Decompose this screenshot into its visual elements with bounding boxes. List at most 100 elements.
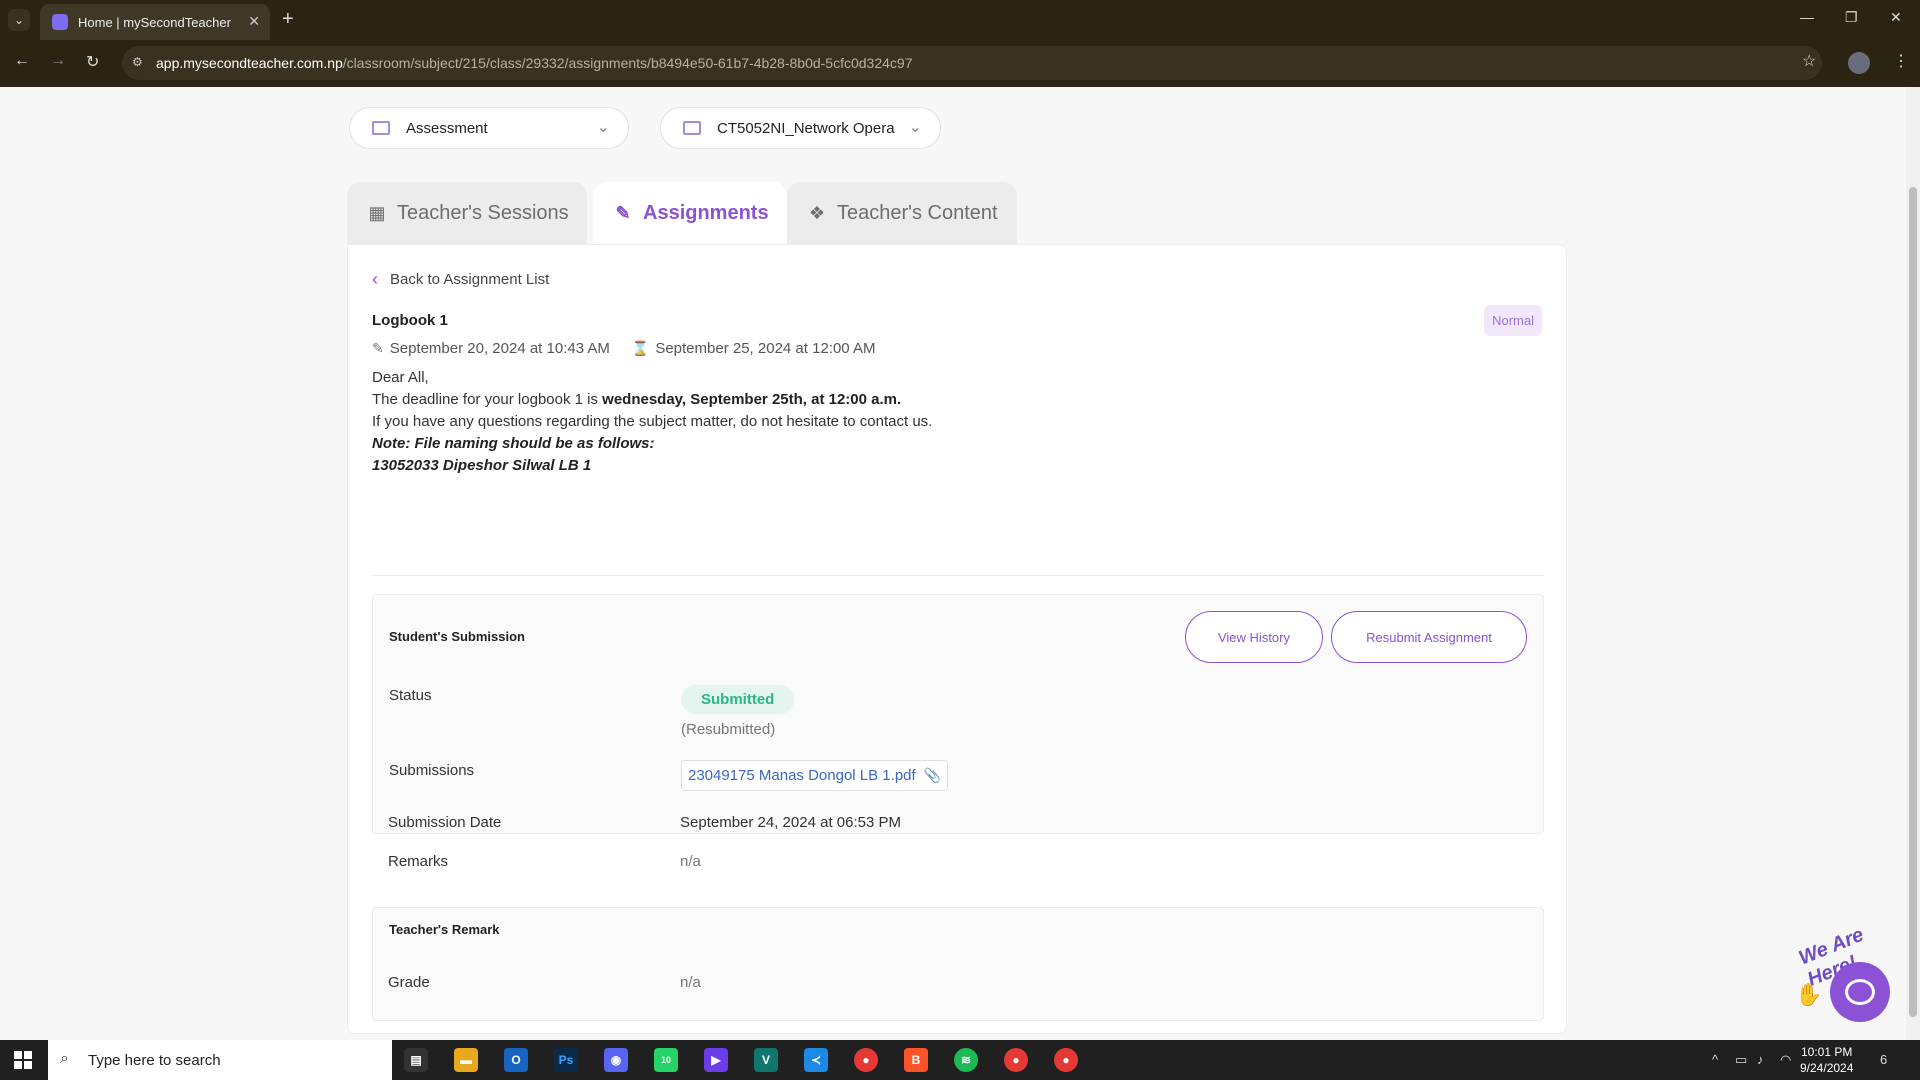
assignment-card: ‹ Back to Assignment List Normal Logbook… xyxy=(347,244,1567,1034)
search-placeholder: Type here to search xyxy=(88,1051,221,1069)
type-select[interactable]: Assessment ⌄ xyxy=(349,107,629,149)
page-scrollbar[interactable] xyxy=(1906,87,1920,1040)
tab-label: Teacher's Content xyxy=(837,202,998,224)
discord-icon[interactable]: ◉ xyxy=(604,1048,628,1072)
windows-taskbar: ⌕ Type here to search ▤ ▬ O Ps ◉ 10 ▶ V … xyxy=(0,1040,1920,1080)
submission-date-label: Submission Date xyxy=(388,814,502,831)
forward-icon[interactable]: → xyxy=(50,52,66,70)
profile-avatar[interactable] xyxy=(1848,52,1870,74)
status-note: (Resubmitted) xyxy=(681,721,776,738)
url-path: /classroom/subject/215/class/29332/assig… xyxy=(342,55,913,71)
back-icon[interactable]: ← xyxy=(14,52,30,70)
volume-icon[interactable]: ♪ xyxy=(1757,1052,1764,1067)
search-icon: ⌕ xyxy=(60,1050,69,1067)
submission-remarks-label: Remarks xyxy=(388,853,449,870)
desc-text: The deadline for your logbook 1 is xyxy=(372,391,603,408)
photoshop-icon[interactable]: Ps xyxy=(554,1048,578,1072)
tab-teachers-content[interactable]: ❖ Teacher's Content xyxy=(787,182,1017,245)
windows-start-icon[interactable] xyxy=(14,1051,32,1069)
resubmit-assignment-button[interactable]: Resubmit Assignment xyxy=(1331,611,1527,663)
browser-menu-icon[interactable]: ⋮ xyxy=(1893,51,1909,71)
brave-icon[interactable]: B xyxy=(904,1048,928,1072)
tab-title: Home | mySecondTeacher xyxy=(78,14,231,30)
grade-value: n/a xyxy=(680,974,701,991)
chevron-left-icon: ‹ xyxy=(372,269,378,289)
file-explorer-icon[interactable]: ▬ xyxy=(454,1048,478,1072)
desc-line: The deadline for your logbook 1 is wedne… xyxy=(372,389,932,411)
desc-note: Note: File naming should be as follows: xyxy=(372,435,655,452)
vscode-icon[interactable]: ≺ xyxy=(804,1048,828,1072)
close-window-icon[interactable]: ✕ xyxy=(1890,9,1902,26)
battery-icon[interactable]: ▭ xyxy=(1735,1052,1747,1068)
clock-date: 9/24/2024 xyxy=(1800,1061,1854,1075)
submission-remarks-value: n/a xyxy=(680,853,701,870)
edit-date-icon: ✎ xyxy=(372,340,384,356)
deadline-date: September 25, 2024 at 12:00 AM xyxy=(655,340,876,357)
scrollbar-thumb[interactable] xyxy=(1909,187,1917,1017)
chevron-down-icon: ⌄ xyxy=(596,119,610,136)
paperclip-icon: 📎 xyxy=(923,767,942,783)
restore-icon[interactable]: ❐ xyxy=(1845,9,1858,26)
calendar-icon: ▦ xyxy=(368,203,386,223)
back-to-list-link[interactable]: ‹ Back to Assignment List xyxy=(372,269,549,290)
monitor-icon xyxy=(683,121,701,135)
waving-hand-icon: ✋ xyxy=(1795,982,1823,1007)
tab-label: Assignments xyxy=(643,202,769,224)
vs-installer-icon[interactable]: V xyxy=(754,1048,778,1072)
status-label: Status xyxy=(389,687,432,704)
file-name: 23049175 Manas Dongol LB 1.pdf xyxy=(688,767,916,784)
page-content: Assessment ⌄ CT5052NI_Network Opera ⌄ ▦ … xyxy=(0,87,1920,1040)
chrome-profile-icon[interactable]: ● xyxy=(1004,1048,1028,1072)
task-view-icon[interactable]: ▤ xyxy=(404,1048,428,1072)
spotify-icon[interactable]: ≋ xyxy=(954,1048,978,1072)
close-tab-icon[interactable]: ✕ xyxy=(248,13,260,30)
tray-expand-icon[interactable]: ^ xyxy=(1712,1052,1718,1067)
chrome-icon[interactable]: ● xyxy=(854,1048,878,1072)
notification-icon[interactable]: 6 xyxy=(1880,1052,1887,1067)
bookmark-star-icon[interactable]: ☆ xyxy=(1802,51,1816,71)
minimize-icon[interactable]: — xyxy=(1800,9,1814,25)
view-history-button[interactable]: View History xyxy=(1185,611,1323,663)
chat-button[interactable] xyxy=(1830,962,1890,1022)
teacher-remark-panel: Teacher's Remark xyxy=(372,907,1544,1021)
chrome-active-icon[interactable]: ● xyxy=(1054,1048,1078,1072)
submission-file-link[interactable]: 23049175 Manas Dongol LB 1.pdf 📎 xyxy=(681,760,949,791)
browser-toolbar: ← → ↻ ⚙ app.mysecondteacher.com.np/class… xyxy=(0,40,1920,87)
grade-label: Grade xyxy=(388,974,430,991)
desc-line: If you have any questions regarding the … xyxy=(372,413,933,430)
class-select[interactable]: CT5052NI_Network Opera ⌄ xyxy=(660,107,941,149)
chat-icon xyxy=(1845,979,1875,1005)
taskbar-search[interactable]: ⌕ Type here to search xyxy=(48,1040,392,1080)
tab-assignments[interactable]: ✎ Assignments xyxy=(593,182,787,245)
created-date: September 20, 2024 at 10:43 AM xyxy=(389,340,610,357)
whatsapp-icon[interactable]: 10 xyxy=(654,1048,678,1072)
browser-tab-active[interactable]: Home | mySecondTeacher ✕ xyxy=(40,4,270,40)
taskbar-clock[interactable]: 10:01 PM 9/24/2024 xyxy=(1800,1044,1853,1076)
tab-search-icon[interactable]: ⌄ xyxy=(8,9,30,31)
priority-badge: Normal xyxy=(1484,305,1542,336)
class-select-value: CT5052NI_Network Opera xyxy=(717,119,895,137)
clock-time: 10:01 PM xyxy=(1801,1045,1853,1059)
assignment-description: Dear All, The deadline for your logbook … xyxy=(372,367,932,477)
submissions-label: Submissions xyxy=(389,762,475,779)
deadline-emphasis: wednesday, September 25th, at 12:00 a.m. xyxy=(602,391,902,408)
wifi-icon[interactable]: ◠ xyxy=(1780,1052,1791,1068)
reload-icon[interactable]: ↻ xyxy=(86,52,99,72)
browser-chrome: ⌄ Home | mySecondTeacher ✕ + — ❐ ✕ ← → ↻… xyxy=(0,0,1920,87)
tab-strip: ⌄ Home | mySecondTeacher ✕ + — ❐ ✕ xyxy=(0,0,1920,40)
submission-heading: Student's Submission xyxy=(389,629,525,644)
pen-icon: ✎ xyxy=(615,203,631,223)
notification-count: 6 xyxy=(1880,1052,1888,1067)
site-info-icon[interactable]: ⚙ xyxy=(132,55,148,71)
tab-label: Teacher's Sessions xyxy=(397,202,569,224)
assignment-title: Logbook 1 xyxy=(372,312,448,329)
hourglass-icon: ⌛ xyxy=(631,340,650,356)
content-icon: ❖ xyxy=(808,203,826,223)
status-badge: Submitted xyxy=(681,685,795,714)
address-bar[interactable]: ⚙ app.mysecondteacher.com.np/classroom/s… xyxy=(122,46,1822,80)
outlook-icon[interactable]: O xyxy=(504,1048,528,1072)
new-tab-icon[interactable]: + xyxy=(282,8,294,31)
linear-app-icon[interactable]: ▶ xyxy=(704,1048,728,1072)
tab-teachers-sessions[interactable]: ▦ Teacher's Sessions xyxy=(347,182,587,245)
monitor-icon xyxy=(372,121,390,135)
